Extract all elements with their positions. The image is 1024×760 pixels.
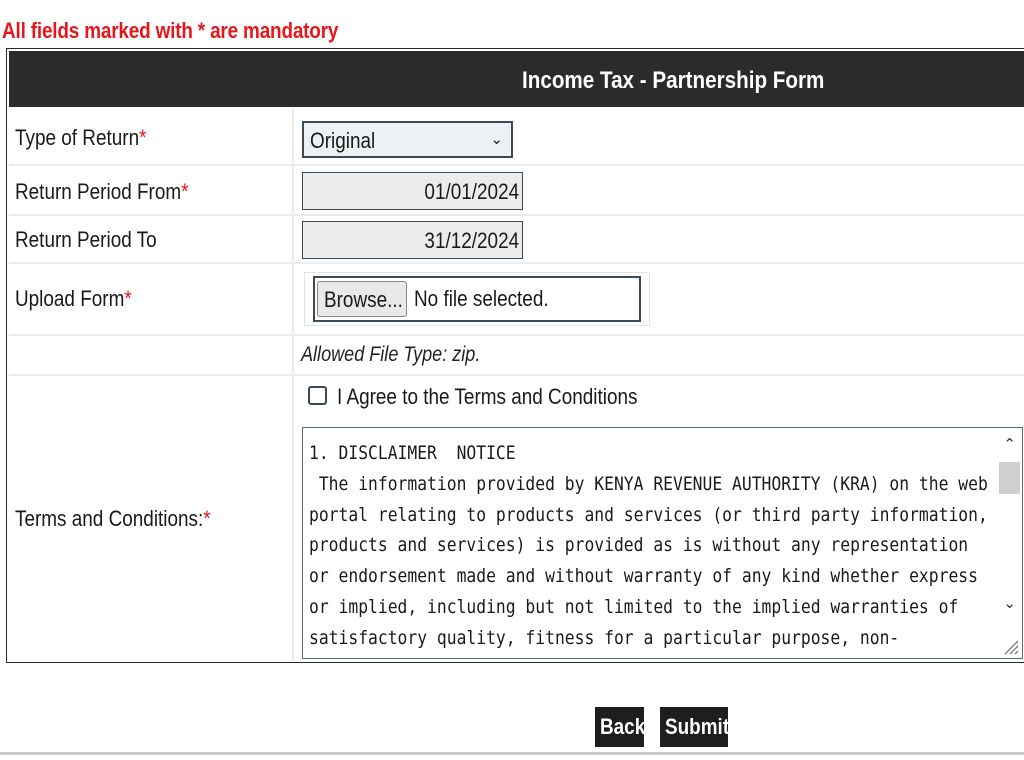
agree-checkbox[interactable] [308, 386, 327, 405]
browse-button[interactable]: Browse... [317, 281, 407, 317]
row-divider [9, 374, 1024, 376]
return-period-to-value: 31/12/2024 [424, 228, 519, 253]
submit-button[interactable]: Submit [660, 707, 729, 747]
form-title: Income Tax - Partnership Form [522, 67, 825, 94]
chevron-down-icon: ⌄ [490, 131, 503, 148]
return-period-from-field[interactable]: 01/01/2024 [302, 172, 523, 210]
return-period-from-label: Return Period From* [15, 179, 189, 204]
return-period-to-field[interactable]: 31/12/2024 [302, 221, 523, 259]
allowed-file-type: Allowed File Type: zip. [301, 343, 481, 366]
type-of-return-label: Type of Return* [15, 125, 147, 150]
terms-text: 1. DISCLAIMER NOTICE The information pro… [309, 442, 988, 649]
type-of-return-value: Original [310, 128, 376, 153]
upload-file-input[interactable]: Browse... No file selected. [313, 276, 641, 322]
return-period-to-label: Return Period To [15, 227, 157, 252]
chevron-up-icon[interactable]: ⌃ [1003, 435, 1016, 453]
type-of-return-select[interactable]: Original ⌄ [302, 121, 513, 158]
footer-divider [0, 752, 1024, 755]
upload-container: Browse... No file selected. [304, 272, 650, 326]
return-period-from-value: 01/01/2024 [424, 179, 519, 204]
row-divider [9, 262, 1024, 264]
form-header: Income Tax - Partnership Form [9, 51, 1024, 107]
partnership-form: Income Tax - Partnership Form Type of Re… [6, 48, 1024, 663]
chevron-down-icon[interactable]: ⌄ [1003, 594, 1016, 612]
resize-grip-icon[interactable] [1001, 637, 1019, 655]
row-divider [9, 164, 1024, 166]
back-button[interactable]: Back [595, 707, 645, 747]
row-divider [9, 334, 1024, 336]
row-divider [9, 214, 1024, 216]
upload-form-label: Upload Form* [15, 286, 132, 311]
file-status: No file selected. [414, 286, 549, 311]
scrollbar-thumb[interactable] [999, 462, 1020, 494]
terms-label: Terms and Conditions:* [15, 506, 211, 531]
column-divider [292, 109, 294, 662]
terms-textarea[interactable]: 1. DISCLAIMER NOTICE The information pro… [302, 427, 1023, 659]
agree-label[interactable]: I Agree to the Terms and Conditions [337, 384, 637, 410]
mandatory-notice: All fields marked with * are mandatory [2, 18, 339, 43]
